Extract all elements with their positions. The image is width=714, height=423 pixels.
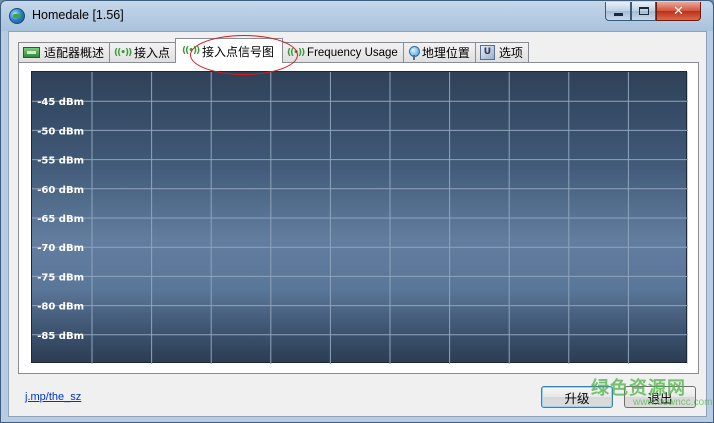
tab-frequency-usage[interactable]: ((•)) Frequency Usage [282,42,404,62]
close-icon: ✕ [673,3,684,19]
tab-label: 选项 [498,46,523,60]
y-tick-label: -60 dBm [37,185,84,196]
main-client-area: 适配器概述 ((•)) 接入点 ((•)) 接入点信号图 ((•)) Frequ… [8,31,707,417]
maximize-button[interactable] [631,2,656,21]
minimize-button[interactable] [605,2,631,21]
minimize-icon [613,12,623,16]
title-bar[interactable]: Homedale [1.56] ✕ [1,1,713,31]
y-tick-label: -45 dBm [37,97,84,108]
exit-button[interactable]: 退出 [624,386,696,408]
y-tick-label: -70 dBm [37,243,84,254]
y-tick-label: -65 dBm [37,214,84,225]
y-tick-label: -75 dBm [37,272,84,283]
globe-icon [9,8,25,24]
signal-chart: -45 dBm -50 dBm -55 dBm -60 dBm -65 dBm -70 d… [31,71,688,364]
y-tick-label: -50 dBm [37,126,84,137]
signal-graph-panel: -45 dBm -50 dBm -55 dBm -60 dBm -65 dBm -70 d… [18,62,699,374]
options-icon: U [479,45,495,60]
tab-geolocation[interactable]: 地理位置 [402,42,476,62]
wireless-signal-icon: ((•)) [114,47,132,58]
tab-access-points[interactable]: ((•)) 接入点 [109,42,177,62]
signal-chart-svg: -45 dBm -50 dBm -55 dBm -60 dBm -65 dBm -70 d… [32,72,688,364]
upgrade-button[interactable]: 升级 [541,386,613,408]
y-tick-label: -85 dBm [37,331,84,342]
maximize-icon [638,7,649,15]
tab-adapter-overview[interactable]: 适配器概述 [18,42,111,62]
tab-label: 适配器概述 [44,46,105,60]
tab-label: 地理位置 [421,46,470,60]
network-adapter-icon [23,47,40,58]
window-title: Homedale [1.56] [32,8,124,22]
app-window: Homedale [1.56] ✕ 适配器概述 ((•)) 接入点 ((•)) … [0,0,714,423]
close-button[interactable]: ✕ [656,2,701,21]
homepage-link[interactable]: j.mp/the_sz [25,391,81,403]
tab-label: Frequency Usage [307,46,398,59]
tab-label: 接入点 [134,46,171,60]
y-tick-label: -80 dBm [37,302,84,313]
tab-options[interactable]: U 选项 [474,42,529,62]
highlight-circle [190,35,298,75]
map-pin-icon [408,45,420,60]
y-tick-label: -55 dBm [37,156,84,167]
